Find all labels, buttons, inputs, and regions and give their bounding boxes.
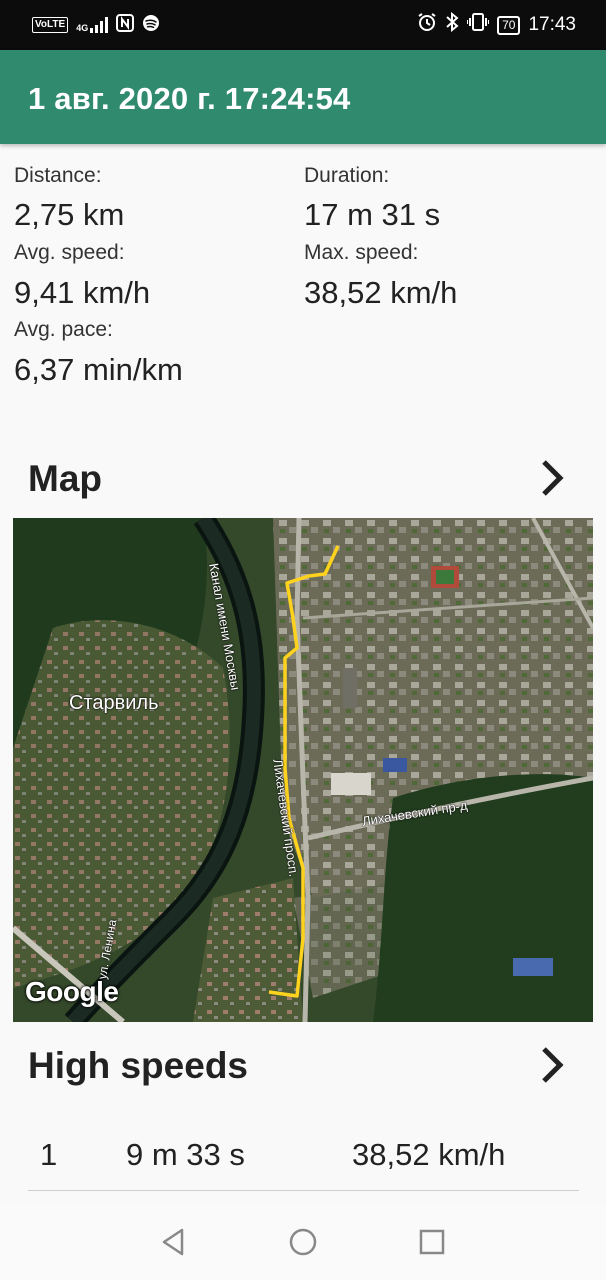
vibrate-icon	[466, 12, 491, 38]
status-right: 70 17:43	[417, 11, 576, 38]
status-left: VoLTE 4G	[32, 14, 160, 35]
app-bar: 1 авг. 2020 г. 17:24:54	[0, 50, 606, 144]
distance-label: Distance:	[14, 164, 102, 187]
recents-icon[interactable]	[416, 1226, 448, 1258]
map-label-village: Старвиль	[69, 692, 159, 714]
high-speeds-title: High speeds	[28, 1045, 248, 1086]
duration-label: Duration:	[304, 164, 390, 187]
signal-icon: 4G	[76, 16, 109, 33]
battery-icon: 70	[497, 15, 521, 35]
page-title: 1 авг. 2020 г. 17:24:54	[28, 81, 351, 116]
row-index: 1	[40, 1137, 58, 1172]
status-bar: VoLTE 4G 70 17:43	[0, 0, 606, 50]
map-chevron-icon[interactable]	[538, 458, 566, 498]
max-speed-value: 38,52 km/h	[304, 275, 458, 310]
clock: 17:43	[528, 14, 576, 35]
route-map[interactable]: Старвиль Канал имени Москвы Лихачевский …	[13, 518, 593, 1022]
spotify-icon	[142, 14, 160, 35]
avg-speed-value: 9,41 km/h	[14, 275, 151, 310]
duration-value: 17 m 31 s	[304, 197, 441, 232]
google-logo: Google	[25, 976, 119, 1007]
nfc-icon	[116, 14, 135, 35]
distance-value: 2,75 km	[14, 197, 125, 232]
home-icon[interactable]	[287, 1226, 319, 1258]
avg-pace-value: 6,37 min/km	[14, 352, 183, 387]
navigation-bar	[0, 1204, 606, 1280]
map-section-title: Map	[28, 458, 102, 499]
max-speed-label: Max. speed:	[304, 241, 419, 264]
network-type: 4G	[76, 22, 89, 33]
bluetooth-icon	[445, 11, 459, 38]
row-time: 9 m 33 s	[126, 1137, 245, 1172]
avg-speed-label: Avg. speed:	[14, 241, 125, 264]
volte-icon: VoLTE	[32, 16, 69, 33]
row-speed: 38,52 km/h	[352, 1137, 506, 1172]
row-divider	[28, 1190, 579, 1191]
back-icon[interactable]	[158, 1226, 190, 1258]
high-speeds-chevron-icon[interactable]	[538, 1045, 566, 1085]
avg-pace-label: Avg. pace:	[14, 318, 113, 341]
alarm-icon	[417, 12, 437, 38]
